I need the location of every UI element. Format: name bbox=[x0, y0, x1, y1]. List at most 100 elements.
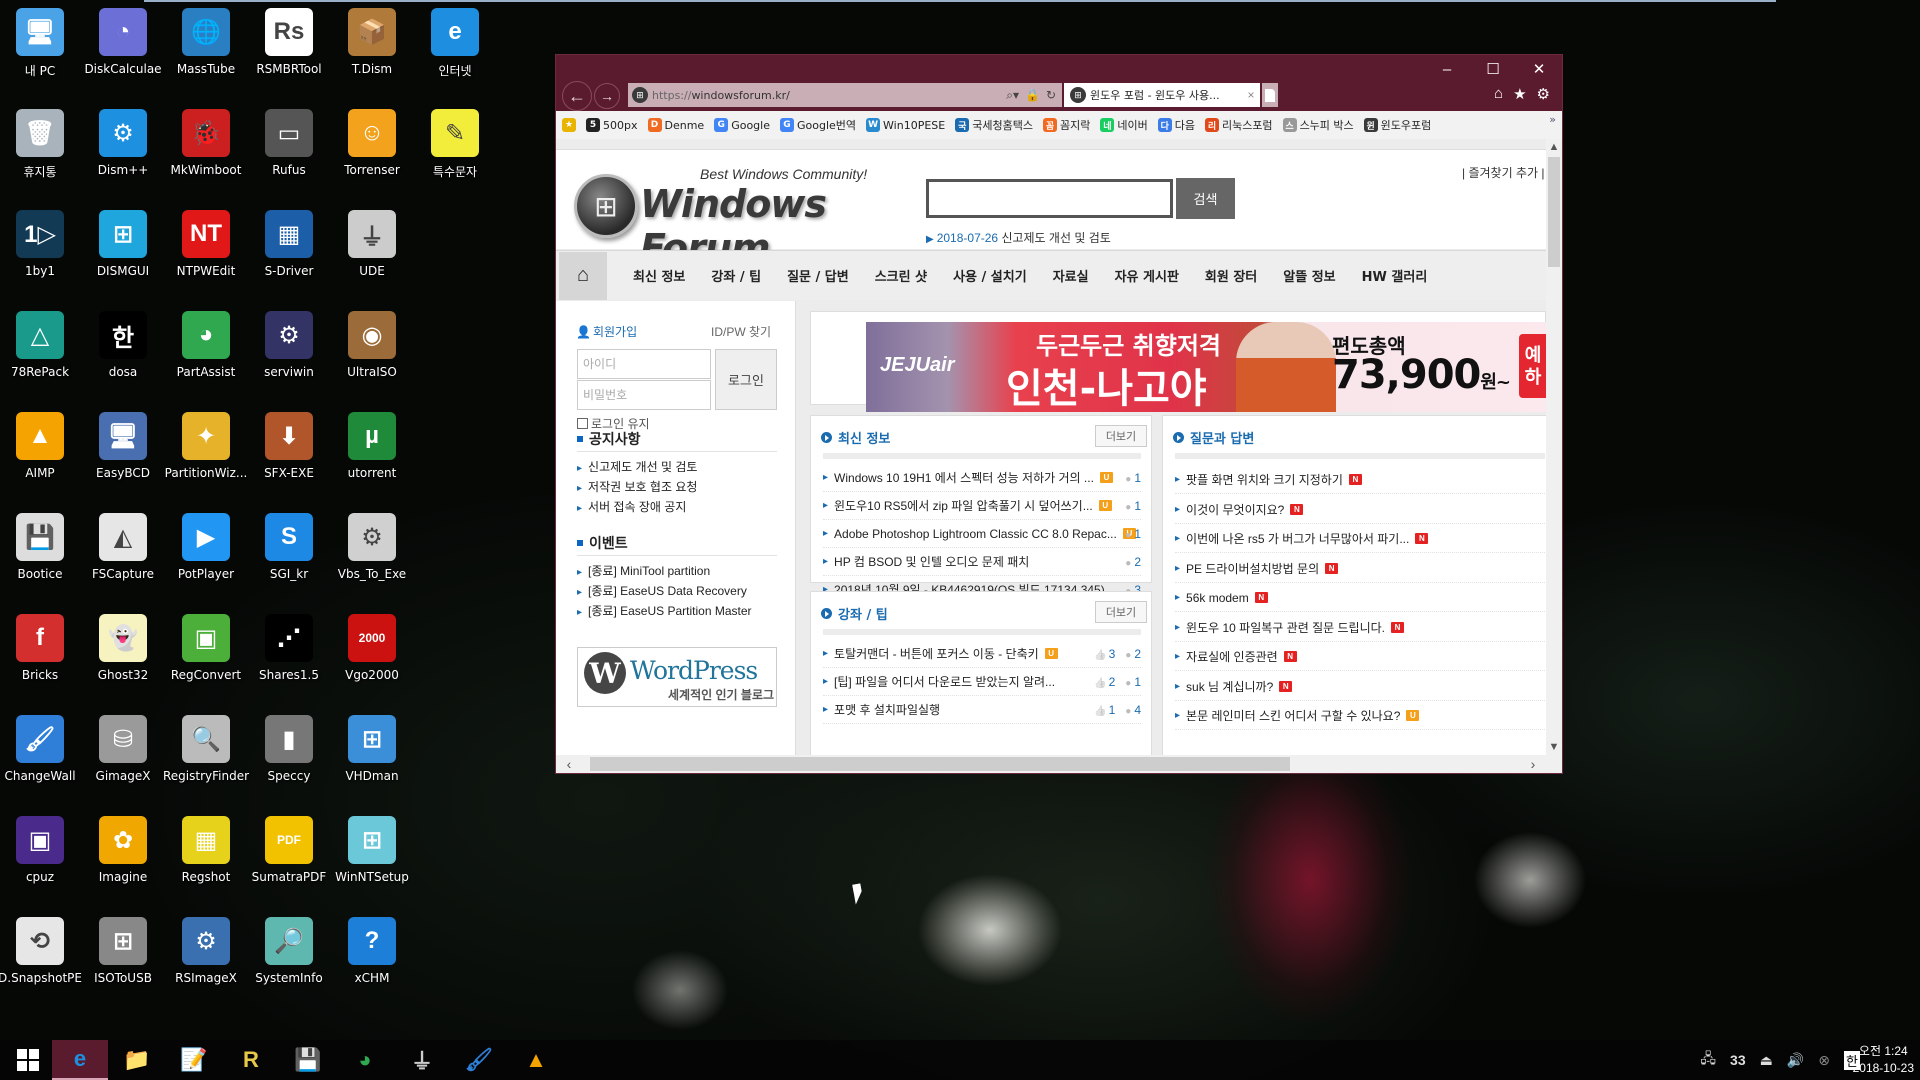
desktop-icon[interactable]: 🐞 MkWimboot bbox=[166, 101, 246, 197]
nav-item[interactable]: 사용 / 설치기 bbox=[953, 266, 1027, 285]
desktop-icon[interactable]: ◔ DiskCalculae bbox=[83, 0, 163, 96]
favorite-item[interactable]: 5 500px bbox=[586, 118, 638, 132]
favorite-item[interactable]: G Google bbox=[714, 118, 770, 132]
desktop-icon[interactable]: ✦ PartitionWiz... bbox=[165, 404, 247, 500]
desktop-icon[interactable]: ⋰ Shares1.5 bbox=[249, 606, 329, 702]
desktop-icon[interactable]: 🔎 SystemInfo bbox=[249, 909, 329, 1005]
favorite-item[interactable]: ★ bbox=[562, 118, 576, 132]
back-button[interactable]: ← bbox=[562, 81, 592, 111]
desktop-icon[interactable]: 1▷ 1by1 bbox=[0, 202, 80, 298]
desktop-icon[interactable]: 🗑 휴지통 bbox=[0, 101, 80, 197]
post-row[interactable]: HP 컴 BSOD 및 인텔 오디오 문제 패치 2 bbox=[823, 548, 1141, 576]
desktop-icon[interactable]: ⊞ VHDman bbox=[332, 707, 412, 803]
desktop-icon[interactable]: 🖥 내 PC bbox=[0, 0, 80, 96]
desktop-icon[interactable]: ▦ Regshot bbox=[166, 808, 246, 904]
battery-level-icon[interactable]: 33 bbox=[1730, 1052, 1746, 1068]
favorite-item[interactable]: G Google번역 bbox=[780, 117, 856, 133]
nav-item[interactable]: 회원 장터 bbox=[1205, 266, 1257, 285]
desktop-icon[interactable]: ▮ Speccy bbox=[249, 707, 329, 803]
list-item[interactable]: 저작권 보호 협조 요청 bbox=[577, 477, 777, 497]
usb-eject-icon[interactable]: ⏏ bbox=[1760, 1052, 1773, 1069]
desktop-icon[interactable]: ⊞ DISMGUI bbox=[83, 202, 163, 298]
post-row[interactable]: 56k modem N bbox=[1175, 584, 1545, 612]
favorite-item[interactable]: 리 리눅스포럼 bbox=[1204, 117, 1273, 133]
desktop-icon[interactable]: ⚙ Dism++ bbox=[83, 101, 163, 197]
desktop-icon[interactable]: ▲ AIMP bbox=[0, 404, 80, 500]
favorite-item[interactable]: 윈 윈도우포럼 bbox=[1363, 117, 1431, 133]
start-button[interactable] bbox=[0, 1040, 56, 1080]
nav-item[interactable]: 스크린 샷 bbox=[875, 266, 927, 285]
desktop-icon[interactable]: µ utorrent bbox=[332, 404, 412, 500]
favorites-more-chevron-icon[interactable]: » bbox=[1549, 113, 1556, 126]
login-password-input[interactable]: 비밀번호 bbox=[577, 380, 711, 410]
nav-item[interactable]: 질문 / 답변 bbox=[787, 266, 849, 285]
board-title[interactable]: 최신 정보 bbox=[821, 428, 890, 447]
post-row[interactable]: 이번에 나온 rs5 가 버그가 너무많아서 파기... N bbox=[1175, 525, 1545, 553]
post-row[interactable]: 팟플 화면 위치와 크기 지정하기 N bbox=[1175, 466, 1545, 494]
post-row[interactable]: 토탈커맨더 - 버튼에 포커스 이동 - 단축키 U 32 bbox=[823, 640, 1141, 668]
desktop-icon[interactable]: ◭ FSCapture bbox=[83, 505, 163, 601]
post-title[interactable]: 윈도우 10 파일복구 관련 질문 드립니다. bbox=[1186, 619, 1385, 636]
post-row[interactable]: suk 님 계십니까? N bbox=[1175, 673, 1545, 701]
board-title[interactable]: 질문과 답변 bbox=[1173, 428, 1254, 447]
desktop-icon[interactable]: PDF SumatraPDF bbox=[249, 808, 329, 904]
desktop-icon[interactable]: ⚙ serviwin bbox=[249, 303, 329, 399]
network-icon[interactable]: 🖧 bbox=[1700, 1048, 1716, 1072]
desktop-icon[interactable]: ⛁ GimageX bbox=[83, 707, 163, 803]
favorites-star-icon[interactable]: ★ bbox=[1513, 85, 1526, 103]
nav-home-button[interactable]: ⌂ bbox=[559, 251, 607, 300]
list-item[interactable]: [종료] EaseUS Data Recovery bbox=[577, 581, 777, 601]
jejuair-ad-banner[interactable]: JEJUair 두근두근 취향저격 인천-나고야 편도총액 73,900원~ 예… bbox=[866, 322, 1547, 412]
post-title[interactable]: 이번에 나온 rs5 가 버그가 너무많아서 파기... bbox=[1186, 530, 1409, 547]
address-bar[interactable]: ⊞ https://windowsforum.kr/ ⌕▾ 🔒 ↻ bbox=[628, 83, 1062, 107]
desktop-icon[interactable]: ? xCHM bbox=[332, 909, 412, 1005]
stop-icon[interactable]: ⊗ bbox=[1818, 1052, 1830, 1069]
forward-button[interactable]: → bbox=[594, 83, 620, 109]
post-title[interactable]: HP 컴 BSOD 및 인텔 오디오 문제 패치 bbox=[834, 553, 1029, 570]
post-title[interactable]: 토탈커맨더 - 버튼에 포커스 이동 - 단축키 bbox=[834, 645, 1039, 662]
list-item[interactable]: [종료] MiniTool partition bbox=[577, 561, 777, 581]
scroll-left-icon[interactable]: ‹ bbox=[560, 755, 578, 773]
desktop-icon[interactable]: ◕ PartAssist bbox=[166, 303, 246, 399]
refresh-icon[interactable]: ↻ bbox=[1046, 88, 1056, 103]
new-tab-button[interactable] bbox=[1262, 83, 1278, 107]
desktop-icon[interactable]: 💾 Bootice bbox=[0, 505, 80, 601]
desktop-icon[interactable]: S SGI_kr bbox=[249, 505, 329, 601]
nav-item[interactable]: 알뜰 정보 bbox=[1283, 266, 1335, 285]
favorite-item[interactable]: 스 스누피 박스 bbox=[1282, 117, 1354, 133]
post-row[interactable]: PE 드라이버설치방법 문의 N bbox=[1175, 555, 1545, 583]
taskbar-changewall[interactable]: 🖌 bbox=[451, 1040, 507, 1080]
desktop-icon[interactable]: ⊞ ISOToUSB bbox=[83, 909, 163, 1005]
desktop-icon[interactable]: e 인터넷 bbox=[415, 0, 495, 96]
desktop-icon[interactable]: ▭ Rufus bbox=[249, 101, 329, 197]
ad-booking-button[interactable]: 예하 bbox=[1519, 334, 1547, 398]
desktop-icon[interactable]: ⚙ Vbs_To_Exe bbox=[332, 505, 412, 601]
favorite-item[interactable]: 꼼 꼼지락 bbox=[1042, 117, 1090, 133]
list-item[interactable]: [종료] EaseUS Partition Master bbox=[577, 601, 777, 621]
post-title[interactable]: suk 님 계십니까? bbox=[1186, 678, 1273, 695]
signup-link[interactable]: 👤 회원가입 bbox=[576, 323, 637, 340]
favorite-item[interactable]: W Win10PESE bbox=[866, 118, 945, 132]
home-icon[interactable]: ⌂ bbox=[1494, 85, 1503, 103]
nav-item[interactable]: 최신 정보 bbox=[633, 266, 685, 285]
close-button[interactable]: ✕ bbox=[1516, 55, 1562, 83]
nav-item[interactable]: 자유 게시판 bbox=[1115, 266, 1179, 285]
desktop-icon[interactable]: NT NTPWEdit bbox=[166, 202, 246, 298]
post-title[interactable]: 56k modem bbox=[1186, 591, 1249, 605]
post-title[interactable]: 본문 레인미터 스킨 어디서 구할 수 있나요? bbox=[1186, 707, 1400, 724]
taskbar-partassist[interactable]: ◕ bbox=[337, 1040, 393, 1080]
clock[interactable]: 오전 1:24 2018-10-23 bbox=[1853, 1043, 1914, 1077]
post-title[interactable]: [팁] 파일을 어디서 다운로드 받았는지 알려... bbox=[834, 673, 1055, 690]
wordpress-banner[interactable]: W WordPress 세계적인 인기 블로그 bbox=[577, 647, 777, 707]
search-icon[interactable]: ⌕▾ bbox=[1006, 88, 1019, 103]
url-text[interactable]: https://windowsforum.kr/ bbox=[652, 89, 1006, 102]
scroll-down-icon[interactable]: ▼ bbox=[1546, 739, 1562, 755]
desktop-icon[interactable]: 2000 Vgo2000 bbox=[332, 606, 412, 702]
more-button[interactable]: 더보기 bbox=[1095, 601, 1147, 623]
post-row[interactable]: Adobe Photoshop Lightroom Classic CC 8.0… bbox=[823, 520, 1141, 548]
nav-item[interactable]: HW 갤러리 bbox=[1362, 266, 1428, 285]
favorite-item[interactable]: 국 국세청홈택스 bbox=[955, 117, 1033, 133]
desktop-icon[interactable]: ⟲ D.SnapshotPE bbox=[0, 909, 82, 1005]
post-row[interactable]: 이것이 무엇이지요? N bbox=[1175, 496, 1545, 524]
desktop-icon[interactable]: f Bricks bbox=[0, 606, 80, 702]
